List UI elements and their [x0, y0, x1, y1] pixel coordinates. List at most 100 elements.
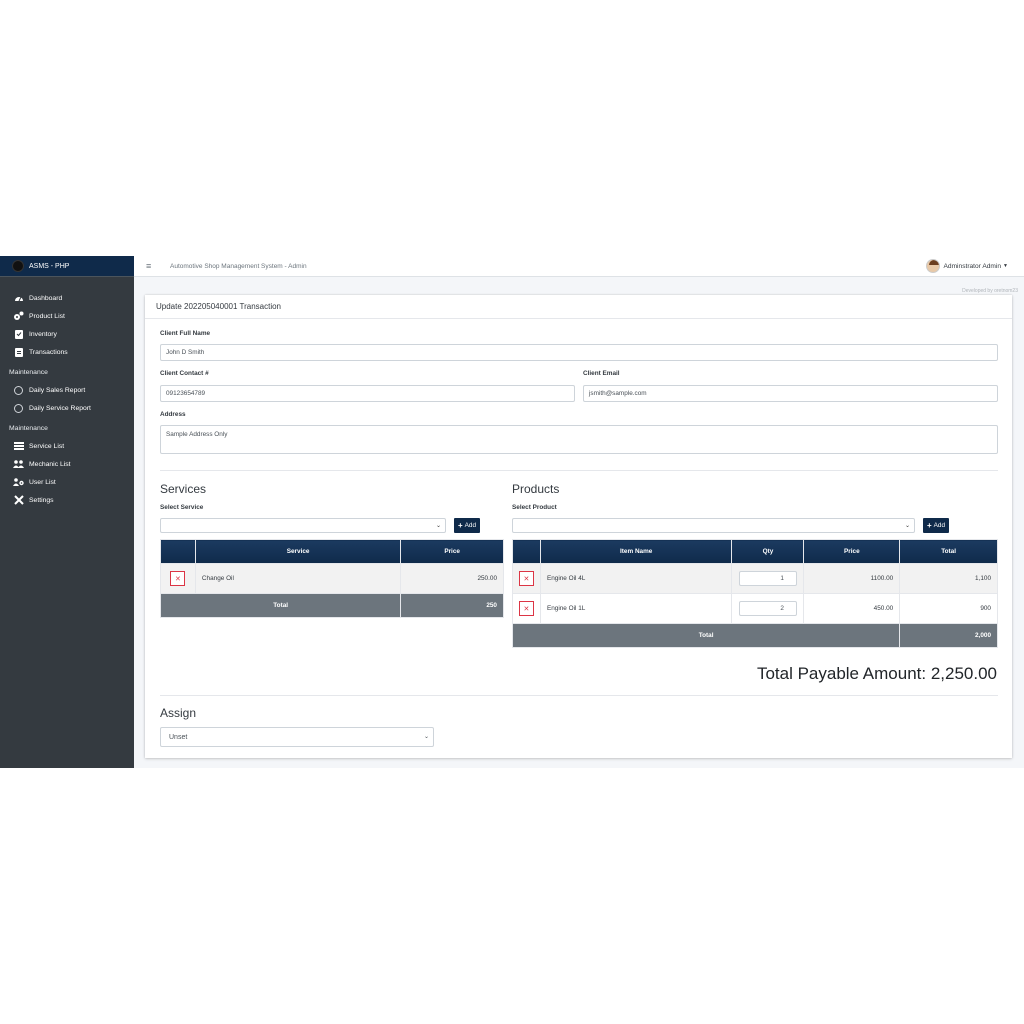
select-product-label: Select Product [512, 504, 557, 511]
system-title: Automotive Shop Management System - Admi… [170, 262, 307, 270]
app-shell: ASMS - PHP Dashboard Product List Invent… [0, 256, 1024, 768]
add-service-button[interactable]: + Add [454, 518, 481, 533]
sidebar: ASMS - PHP Dashboard Product List Invent… [0, 256, 134, 768]
sidebar-item-label: Dashboard [29, 294, 63, 302]
sidebar-item-label: Daily Service Report [29, 404, 91, 412]
column-header: Price [803, 539, 901, 564]
sidebar-item-label: Settings [29, 496, 54, 504]
total-label: Total [159, 593, 402, 618]
select-service-dropdown[interactable]: ⌄ [160, 518, 446, 533]
transaction-card: Update 202205040001 Transaction Client F… [145, 295, 1012, 758]
address-label: Address [160, 411, 186, 418]
sidebar-nav: Dashboard Product List Inventory Transac… [0, 277, 134, 509]
caret-down-icon: ▼ [1003, 263, 1008, 269]
delete-product-button[interactable]: ✕ [518, 571, 534, 586]
quantity-input[interactable]: 2 [738, 601, 797, 616]
column-header [160, 539, 196, 564]
table-row: ✕ Engine Oil 4L 1 1100.00 1,100 [512, 563, 998, 594]
developer-credit: Developed by oretnom23 [962, 288, 1018, 294]
nav-header-maintenance-2: Maintenance [9, 424, 48, 432]
sidebar-item-label: Service List [29, 442, 65, 450]
sidebar-item-label: Product List [29, 312, 65, 320]
user-name: Adminstrator Admin [943, 262, 1002, 270]
sidebar-item-user-list[interactable]: User List [0, 473, 134, 491]
column-header: Item Name [539, 539, 733, 564]
sidebar-item-product-list[interactable]: Product List [0, 307, 134, 325]
product-name: Engine Oil 4L [539, 563, 733, 594]
tools-icon [13, 495, 24, 505]
select-service-label: Select Service [160, 504, 204, 511]
chevron-down-icon: ⌄ [423, 734, 429, 740]
brand-link[interactable]: ASMS - PHP [0, 256, 134, 277]
table-row: ✕ Change Oil 250.00 [160, 563, 504, 594]
client-email-input[interactable]: jsmith@sample.com [583, 385, 998, 402]
total-payable-amount: Total Payable Amount: 2,250.00 [756, 664, 997, 683]
sidebar-item-label: User List [29, 478, 56, 486]
chevron-down-icon: ⌄ [435, 523, 441, 529]
product-total: 1,100 [899, 563, 998, 594]
chevron-down-icon: ⌄ [904, 523, 910, 529]
sidebar-item-settings[interactable]: Settings [0, 491, 134, 509]
column-header: Total [899, 539, 998, 564]
products-title: Products [512, 482, 560, 496]
sidebar-item-label: Mechanic List [29, 460, 71, 468]
services-table: Service Price ✕ Change Oil 250.00 Total … [159, 539, 504, 618]
sidebar-item-mechanic-list[interactable]: Mechanic List [0, 455, 134, 473]
sidebar-item-label: Transactions [29, 348, 68, 356]
delete-product-button[interactable]: ✕ [518, 601, 534, 616]
product-price: 450.00 [803, 593, 901, 624]
assign-mechanic-select[interactable]: Unset ⌄ [160, 727, 434, 747]
top-navbar: ≡ Automotive Shop Management System - Ad… [134, 256, 1024, 277]
sidebar-item-dashboard[interactable]: Dashboard [0, 289, 134, 307]
select-product-dropdown[interactable]: ⌄ [512, 518, 915, 533]
total-label: Total [511, 623, 901, 648]
sidebar-item-label: Daily Sales Report [29, 386, 86, 394]
delete-service-button[interactable]: ✕ [170, 571, 186, 586]
user-menu[interactable]: Adminstrator Admin ▼ [925, 259, 1008, 273]
cogs-icon [13, 311, 24, 321]
add-product-button[interactable]: + Add [923, 518, 950, 533]
plus-icon: + [458, 521, 463, 530]
product-total: 900 [899, 593, 998, 624]
add-label: Add [933, 522, 946, 529]
brand-name: ASMS - PHP [29, 262, 70, 270]
avatar [925, 259, 940, 273]
sidebar-item-daily-sales-report[interactable]: Daily Sales Report [0, 381, 134, 399]
client-email-label: Client Email [583, 370, 620, 377]
client-name-label: Client Full Name [160, 330, 211, 337]
product-name: Engine Oil 1L [539, 593, 733, 624]
quantity-input[interactable]: 1 [738, 571, 797, 586]
service-name: Change Oil [194, 563, 402, 594]
sidebar-item-transactions[interactable]: Transactions [0, 343, 134, 361]
nav-header-maintenance: Maintenance [9, 368, 48, 376]
sidebar-item-inventory[interactable]: Inventory [0, 325, 134, 343]
sidebar-item-service-list[interactable]: Service List [0, 437, 134, 455]
table-row: ✕ Engine Oil 1L 2 450.00 900 [512, 593, 998, 624]
address-textarea[interactable]: Sample Address Only [160, 425, 998, 454]
column-header: Qty [731, 539, 805, 564]
column-header: Price [400, 539, 504, 564]
list-icon [13, 441, 24, 451]
clipboard-check-icon [13, 329, 24, 339]
clipboard-list-icon [13, 347, 24, 357]
services-title: Services [160, 482, 207, 496]
product-price: 1100.00 [803, 563, 901, 594]
products-total: 2,000 [899, 623, 998, 648]
service-price: 250.00 [400, 563, 504, 594]
plus-icon: + [927, 521, 932, 530]
assign-title: Assign [160, 706, 197, 720]
dashboard-icon [13, 293, 24, 303]
products-table: Item Name Qty Price Total ✕ Engine Oil 4… [511, 539, 998, 648]
sidebar-item-daily-service-report[interactable]: Daily Service Report [0, 399, 134, 417]
client-contact-input[interactable]: 09123654789 [160, 385, 575, 402]
circle-icon [13, 403, 24, 413]
hamburger-menu-icon[interactable]: ≡ [146, 261, 156, 271]
services-total: 250 [400, 593, 504, 618]
add-label: Add [464, 522, 477, 529]
card-title: Update 202205040001 Transaction [145, 295, 1012, 319]
brand-logo [12, 260, 24, 272]
client-contact-label: Client Contact # [160, 370, 209, 377]
divider [160, 470, 998, 471]
client-name-input[interactable]: John D Smith [160, 344, 998, 361]
table-footer-row: Total 250 [159, 593, 504, 618]
